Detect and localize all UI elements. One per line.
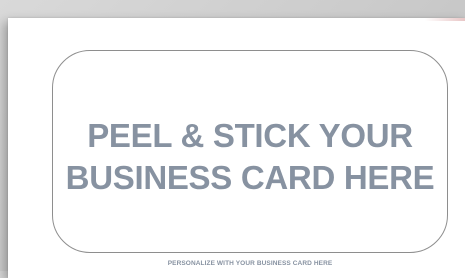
instruction-line-1: PEEL & STICK YOUR	[87, 117, 413, 154]
peel-and-stick-instruction: PEEL & STICK YOUR BUSINESS CARD HERE	[53, 115, 447, 199]
sticker-area-outline: PEEL & STICK YOUR BUSINESS CARD HERE	[52, 50, 448, 253]
instruction-line-2: BUSINESS CARD HERE	[65, 159, 435, 196]
business-card-holder: PEEL & STICK YOUR BUSINESS CARD HERE PER…	[8, 18, 465, 278]
sheet-edge-accent	[425, 18, 465, 21]
personalize-caption: PERSONALIZE WITH YOUR BUSINESS CARD HERE	[167, 260, 333, 267]
